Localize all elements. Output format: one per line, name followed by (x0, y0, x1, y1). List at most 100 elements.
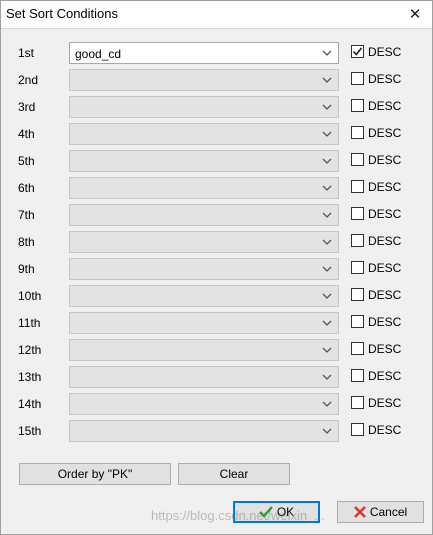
desc-label: DESC (368, 396, 402, 410)
chevron-down-icon (322, 185, 332, 191)
sort-field-dropdown[interactable] (69, 231, 339, 253)
check-icon (352, 47, 363, 56)
desc-label: DESC (368, 45, 402, 59)
sort-field-dropdown[interactable] (69, 339, 339, 361)
desc-checkbox[interactable] (351, 126, 364, 139)
rank-label: 5th (18, 154, 35, 168)
order-by-pk-button[interactable]: Order by "PK" (19, 463, 171, 485)
desc-label: DESC (368, 423, 402, 437)
desc-label: DESC (368, 288, 402, 302)
sort-field-dropdown[interactable] (69, 69, 339, 91)
chevron-down-icon (322, 131, 332, 137)
desc-checkbox[interactable] (351, 180, 364, 193)
desc-label: DESC (368, 207, 402, 221)
rank-label: 2nd (18, 73, 39, 87)
close-icon[interactable]: ✕ (404, 4, 426, 24)
checkmark-icon (258, 506, 273, 518)
sort-field-dropdown[interactable] (69, 96, 339, 118)
desc-label: DESC (368, 234, 402, 248)
sort-field-dropdown[interactable] (69, 366, 339, 388)
desc-checkbox[interactable] (351, 315, 364, 328)
desc-label: DESC (368, 180, 402, 194)
desc-checkbox[interactable] (351, 153, 364, 166)
rank-label: 10th (18, 289, 42, 303)
sort-row: 11th DESC (1, 312, 432, 336)
sort-row: 9th DESC (1, 258, 432, 282)
chevron-down-icon (322, 347, 332, 353)
sort-field-dropdown[interactable] (69, 123, 339, 145)
clear-label: Clear (219, 467, 249, 481)
chevron-down-icon (322, 212, 332, 218)
desc-label: DESC (368, 369, 402, 383)
chevron-down-icon (322, 374, 332, 380)
desc-label: DESC (368, 315, 402, 329)
sort-row: 13th DESC (1, 366, 432, 390)
desc-label: DESC (368, 261, 402, 275)
rank-label: 4th (18, 127, 35, 141)
desc-checkbox[interactable] (351, 396, 364, 409)
rank-label: 14th (18, 397, 42, 411)
sort-conditions-dialog: Set Sort Conditions ✕ 1st good_cd DESC 2nd D… (0, 0, 433, 535)
desc-checkbox[interactable] (351, 288, 364, 301)
sort-field-dropdown[interactable] (69, 420, 339, 442)
sort-row: 2nd DESC (1, 69, 432, 93)
desc-checkbox[interactable] (351, 342, 364, 355)
chevron-down-icon (322, 428, 332, 434)
sort-row: 7th DESC (1, 204, 432, 228)
cancel-button[interactable]: Cancel (337, 501, 424, 523)
sort-field-dropdown[interactable] (69, 177, 339, 199)
ok-button[interactable]: OK (233, 501, 320, 523)
chevron-down-icon (322, 401, 332, 407)
desc-checkbox[interactable] (351, 369, 364, 382)
desc-checkbox[interactable] (351, 99, 364, 112)
rank-label: 7th (18, 208, 35, 222)
desc-checkbox[interactable] (351, 234, 364, 247)
chevron-down-icon (322, 50, 332, 56)
rank-label: 8th (18, 235, 35, 249)
order-by-pk-label: Order by "PK" (57, 467, 133, 481)
desc-checkbox[interactable] (351, 423, 364, 436)
sort-row: 6th DESC (1, 177, 432, 201)
desc-checkbox[interactable] (351, 72, 364, 85)
rank-label: 3rd (18, 100, 36, 114)
title-bar: Set Sort Conditions ✕ (1, 1, 432, 29)
dialog-title: Set Sort Conditions (6, 6, 119, 21)
sort-row: 1st good_cd DESC (1, 42, 432, 66)
cancel-label: Cancel (369, 505, 408, 519)
sort-field-value: good_cd (75, 47, 122, 61)
sort-field-dropdown[interactable] (69, 393, 339, 415)
ok-label: OK (276, 505, 295, 519)
chevron-down-icon (322, 266, 332, 272)
sort-field-dropdown[interactable] (69, 204, 339, 226)
rank-label: 12th (18, 343, 42, 357)
rank-label: 1st (18, 46, 35, 60)
clear-button[interactable]: Clear (178, 463, 290, 485)
sort-field-dropdown[interactable] (69, 285, 339, 307)
sort-row: 12th DESC (1, 339, 432, 363)
desc-label: DESC (368, 342, 402, 356)
chevron-down-icon (322, 158, 332, 164)
red-x-icon (353, 506, 366, 518)
sort-field-dropdown[interactable] (69, 258, 339, 280)
chevron-down-icon (322, 320, 332, 326)
rank-label: 9th (18, 262, 35, 276)
chevron-down-icon (322, 239, 332, 245)
desc-checkbox[interactable] (351, 207, 364, 220)
desc-checkbox[interactable] (351, 261, 364, 274)
sort-field-dropdown[interactable] (69, 150, 339, 172)
sort-row: 5th DESC (1, 150, 432, 174)
sort-field-dropdown[interactable]: good_cd (69, 42, 339, 64)
sort-row: 4th DESC (1, 123, 432, 147)
desc-label: DESC (368, 99, 402, 113)
rank-label: 13th (18, 370, 42, 384)
sort-field-dropdown[interactable] (69, 312, 339, 334)
rank-label: 11th (18, 316, 41, 330)
sort-row: 15th DESC (1, 420, 432, 444)
desc-checkbox[interactable] (351, 45, 364, 58)
desc-label: DESC (368, 72, 402, 86)
chevron-down-icon (322, 104, 332, 110)
sort-row: 8th DESC (1, 231, 432, 255)
sort-row: 14th DESC (1, 393, 432, 417)
rank-label: 6th (18, 181, 35, 195)
sort-row: 10th DESC (1, 285, 432, 309)
